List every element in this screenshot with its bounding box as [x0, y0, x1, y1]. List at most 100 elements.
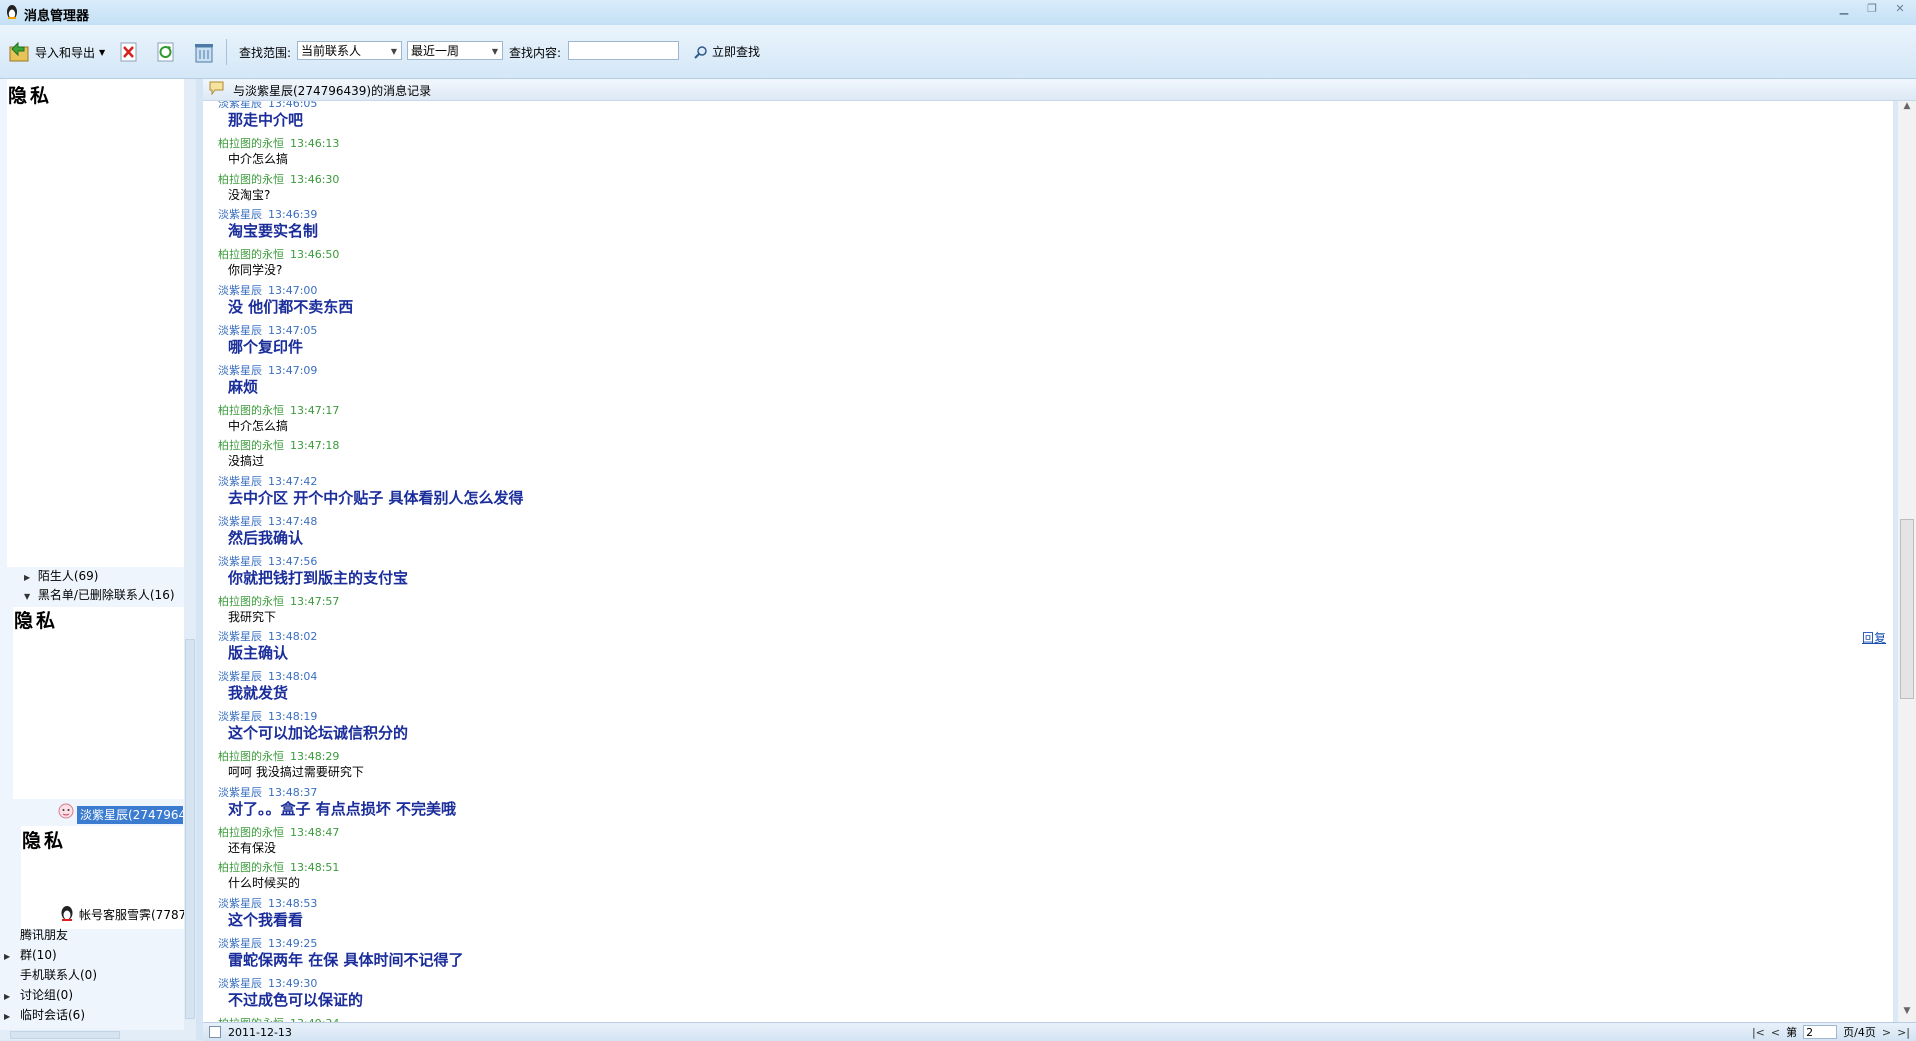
message-text: 对了。。盒子 有点点损坏 不完美哦 [228, 799, 456, 818]
refresh-button[interactable] [154, 40, 178, 64]
prev-page-icon[interactable]: < [1771, 1026, 1780, 1039]
message-time: 13:46:13 [290, 137, 340, 150]
last-page-icon[interactable]: >| [1897, 1026, 1910, 1039]
message-text: 那走中介吧 [228, 111, 304, 129]
expand-arrow-icon: ▶ [4, 1012, 11, 1021]
message-text: 中介怎么搞 [228, 152, 289, 166]
message-panel-header: 与淡紫星辰(274796439)的消息记录 [203, 79, 1916, 101]
message-text: 没搞过 [228, 454, 265, 468]
tree-item-strangers[interactable]: ▶ 陌生人(69) [24, 567, 98, 584]
page-prefix-label: 第 [1786, 1026, 1798, 1039]
message-meta: 柏拉图的永恒 13:47:18 [218, 437, 339, 453]
recycle-bin-icon [195, 44, 213, 63]
tree-item-mobile-contacts[interactable]: 手机联系人(0) [20, 966, 97, 983]
tree-item-groups[interactable]: ▶ 群(10) [4, 946, 57, 963]
qq-penguin-icon [7, 5, 17, 19]
message-text: 我就发货 [228, 684, 289, 702]
message-time: 13:47:57 [290, 594, 340, 608]
message-sender: 柏拉图的永恒 [218, 439, 284, 452]
collapse-arrow-icon: ▼ [24, 592, 31, 601]
next-page-icon[interactable]: > [1882, 1026, 1891, 1039]
left-vertical-scrollbar[interactable] [184, 79, 196, 1040]
message-sender: 柏拉图的永恒 [218, 137, 284, 150]
scope-select[interactable]: 当前联系人 ▼ [297, 41, 402, 60]
contact-tree-panel: 隐私 ▶ 陌生人(69) ▼ 黑名单/已删除联系人(16) 隐私 淡紫星辰(27… [0, 79, 196, 1040]
message-text: 麻烦 [228, 377, 259, 396]
qq-penguin-icon [61, 906, 73, 921]
time-range-select[interactable]: 最近一周 ▼ [407, 41, 503, 60]
first-page-icon[interactable]: |< [1752, 1026, 1765, 1039]
window-title: 消息管理器 [24, 9, 90, 24]
message-text: 然后我确认 [228, 528, 304, 547]
message-sender: 柏拉图的永恒 [218, 248, 284, 261]
contact-item-account-service[interactable]: 帐号客服雪霁(77873 [79, 906, 184, 923]
message-panel-title: 与淡紫星辰(274796439)的消息记录 [233, 84, 432, 98]
reply-link[interactable]: 回复 [1862, 629, 1886, 646]
message-text: 呵呵 我没搞过需要研究下 [228, 765, 364, 779]
scroll-up-arrow-icon[interactable]: ▲ [1898, 101, 1916, 117]
message-meta: 柏拉图的永恒 13:47:17 [218, 402, 339, 418]
status-bar: 2011-12-13 |< < 第 2 页/4页 > >| [203, 1022, 1916, 1041]
message-time: 13:48:29 [290, 750, 340, 763]
message-text: 雷蛇保两年 在保 具体时间不记得了 [228, 950, 464, 969]
tree-item-discussion-groups[interactable]: ▶ 讨论组(0) [4, 986, 73, 1003]
message-time: 13:48:47 [290, 825, 340, 839]
message-meta: 柏拉图的永恒 13:48:29 [218, 748, 339, 764]
import-export-icon [9, 41, 29, 62]
expand-arrow-icon: ▶ [4, 952, 11, 961]
scroll-down-arrow-icon[interactable]: ▼ [1898, 1006, 1916, 1022]
message-time: 13:47:18 [290, 439, 340, 452]
message-meta: 柏拉图的永恒 13:48:47 [218, 824, 339, 840]
contact-item-selected[interactable]: 淡紫星辰(274796439 [77, 806, 183, 824]
restore-button[interactable]: ❐ [1866, 2, 1878, 15]
chat-bubble-icon [209, 81, 224, 95]
message-text: 没淘宝? [228, 187, 271, 202]
message-meta: 柏拉图的永恒 13:48:51 [218, 859, 339, 875]
privacy-label: 隐私 [8, 85, 53, 107]
tree-item-tencent-friends[interactable]: 腾讯朋友 [20, 926, 68, 943]
message-text: 淘宝要实名制 [228, 222, 319, 240]
page-total-label: 页/4页 [1843, 1026, 1876, 1039]
scope-label: 查找范围: [239, 46, 292, 60]
scroll-thumb[interactable] [10, 1031, 120, 1039]
message-meta: 柏拉图的永恒13:49:34 [218, 1015, 339, 1023]
message-manager-button[interactable] [192, 40, 216, 64]
message-sender: 柏拉图的永恒 [218, 750, 284, 763]
content-label: 查找内容: [509, 46, 562, 60]
message-text: 你同学没? [228, 263, 283, 277]
contact-avatar-icon [58, 803, 74, 819]
message-meta: 柏拉图的永恒 13:46:13 [218, 135, 339, 151]
message-list: 淡紫星辰 13:46:05 那走中介吧 柏拉图的永恒 13:46:13 中介怎么搞 柏拉图的… [203, 101, 1893, 1022]
message-sender: 柏拉图的永恒 [218, 825, 284, 839]
message-meta: 柏拉图的永恒 13:47:57 [218, 593, 339, 609]
tree-item-temp-sessions[interactable]: ▶ 临时会话(6) [4, 1006, 85, 1023]
message-time: 13:48:51 [290, 861, 340, 874]
search-input[interactable] [568, 41, 679, 60]
close-window-button[interactable]: ✕ [1894, 2, 1906, 15]
scroll-thumb[interactable] [1900, 519, 1914, 699]
tree-item-blacklist[interactable]: ▼ 黑名单/已删除联系人(16) [24, 586, 175, 603]
search-now-button[interactable]: 立即查找 [694, 43, 760, 60]
dropdown-arrow-icon: ▼ [99, 47, 106, 57]
date-label: 2011-12-13 [228, 1026, 292, 1039]
magnifier-icon [694, 45, 707, 59]
refresh-icon [157, 42, 174, 62]
message-sender: 柏拉图的永恒 [218, 861, 284, 874]
scroll-thumb[interactable] [185, 639, 195, 1019]
calendar-icon[interactable] [209, 1026, 221, 1038]
privacy-mask [7, 79, 184, 567]
message-text: 没 他们都不卖东西 [228, 297, 354, 316]
left-horizontal-scrollbar[interactable] [0, 1030, 184, 1040]
delete-button[interactable] [117, 40, 141, 64]
message-meta: 柏拉图的永恒 13:46:30 [218, 171, 339, 187]
page-number-input[interactable]: 2 [1803, 1025, 1838, 1039]
panel-splitter[interactable] [196, 79, 203, 1040]
message-vertical-scrollbar[interactable]: ▲ ▼ [1898, 101, 1916, 1022]
import-export-button[interactable]: 导入和导出 ▼ [8, 41, 105, 63]
message-text: 你就把钱打到版主的支付宝 [228, 568, 409, 587]
message-meta: 柏拉图的永恒 13:46:50 [218, 246, 339, 262]
expand-arrow-icon: ▶ [4, 992, 11, 1001]
message-text: 版主确认 [228, 644, 289, 662]
minimize-button[interactable]: ▁ [1838, 2, 1850, 15]
delete-icon [120, 42, 137, 62]
